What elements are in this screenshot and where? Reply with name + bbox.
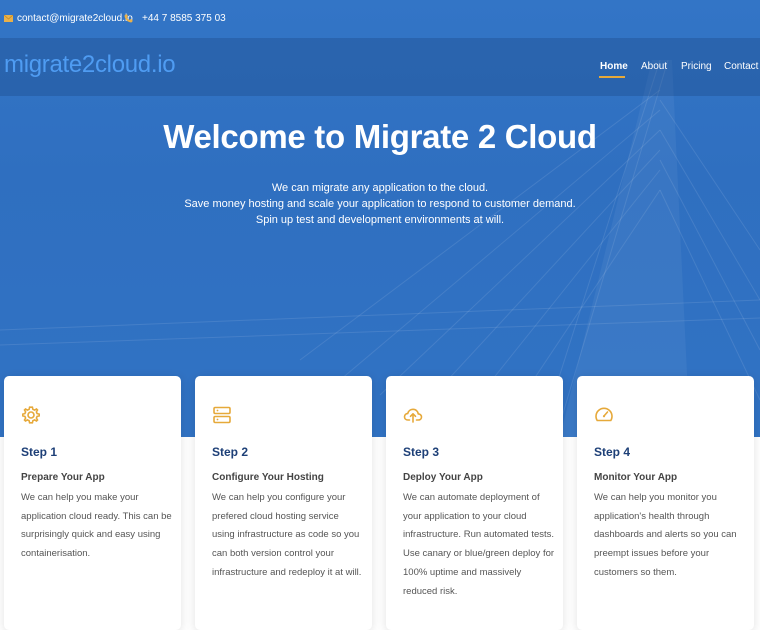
step-card: Step 1 Prepare Your App We can help you … bbox=[4, 376, 181, 630]
nav-home[interactable]: Home bbox=[600, 61, 628, 72]
step-card: Step 2 Configure Your Hosting We can hel… bbox=[195, 376, 372, 630]
hero-line: We can migrate any application to the cl… bbox=[271, 182, 489, 194]
card-description: We can help you configure your prefered … bbox=[212, 492, 362, 578]
hero-title: Welcome to Migrate 2 Cloud bbox=[163, 118, 597, 155]
step-label: Step 1 bbox=[21, 445, 58, 459]
hero-line: Save money hosting and scale your applic… bbox=[184, 198, 576, 210]
gear-icon bbox=[22, 406, 40, 424]
hero-subtitle: We can migrate any application to the cl… bbox=[0, 180, 760, 228]
nav-pricing[interactable]: Pricing bbox=[681, 61, 712, 72]
step-label: Step 3 bbox=[403, 445, 440, 459]
step-card: Step 3 Deploy Your App We can automate d… bbox=[386, 376, 563, 630]
cloud-upload-icon bbox=[403, 408, 423, 423]
step-label: Step 2 bbox=[212, 445, 249, 459]
nav-about[interactable]: About bbox=[641, 61, 667, 72]
card-title: Prepare Your App bbox=[21, 472, 105, 483]
top-contact-bar: contact@migrate2cloud.io +44 7 8585 375 … bbox=[0, 0, 760, 38]
step-label: Step 4 bbox=[594, 445, 631, 459]
hero-line: Spin up test and development environment… bbox=[255, 214, 505, 226]
active-nav-indicator bbox=[599, 76, 625, 78]
email-text: contact@migrate2cloud.io bbox=[17, 13, 133, 24]
site-logo[interactable]: migrate2cloud.io bbox=[4, 51, 176, 79]
contact-phone[interactable]: +44 7 8585 375 03 bbox=[124, 13, 226, 24]
card-description: We can help you monitor you application'… bbox=[594, 492, 737, 578]
card-description: We can help you make your application cl… bbox=[21, 492, 172, 560]
contact-email[interactable]: contact@migrate2cloud.io bbox=[4, 13, 133, 24]
main-navbar: migrate2cloud.io Home About Pricing Cont… bbox=[0, 38, 760, 96]
phone-text: +44 7 8585 375 03 bbox=[142, 13, 226, 24]
envelope-icon bbox=[4, 15, 13, 22]
hero-section: contact@migrate2cloud.io +44 7 8585 375 … bbox=[0, 0, 760, 437]
nav-contact[interactable]: Contact bbox=[724, 61, 758, 72]
phone-icon bbox=[124, 14, 133, 23]
card-title: Configure Your Hosting bbox=[212, 472, 324, 483]
gauge-icon bbox=[595, 407, 613, 422]
card-title: Deploy Your App bbox=[403, 472, 483, 483]
server-icon bbox=[213, 406, 231, 424]
step-card: Step 4 Monitor Your App We can help you … bbox=[577, 376, 754, 630]
card-description: We can automate deployment of your appli… bbox=[403, 492, 555, 597]
card-title: Monitor Your App bbox=[594, 472, 678, 483]
